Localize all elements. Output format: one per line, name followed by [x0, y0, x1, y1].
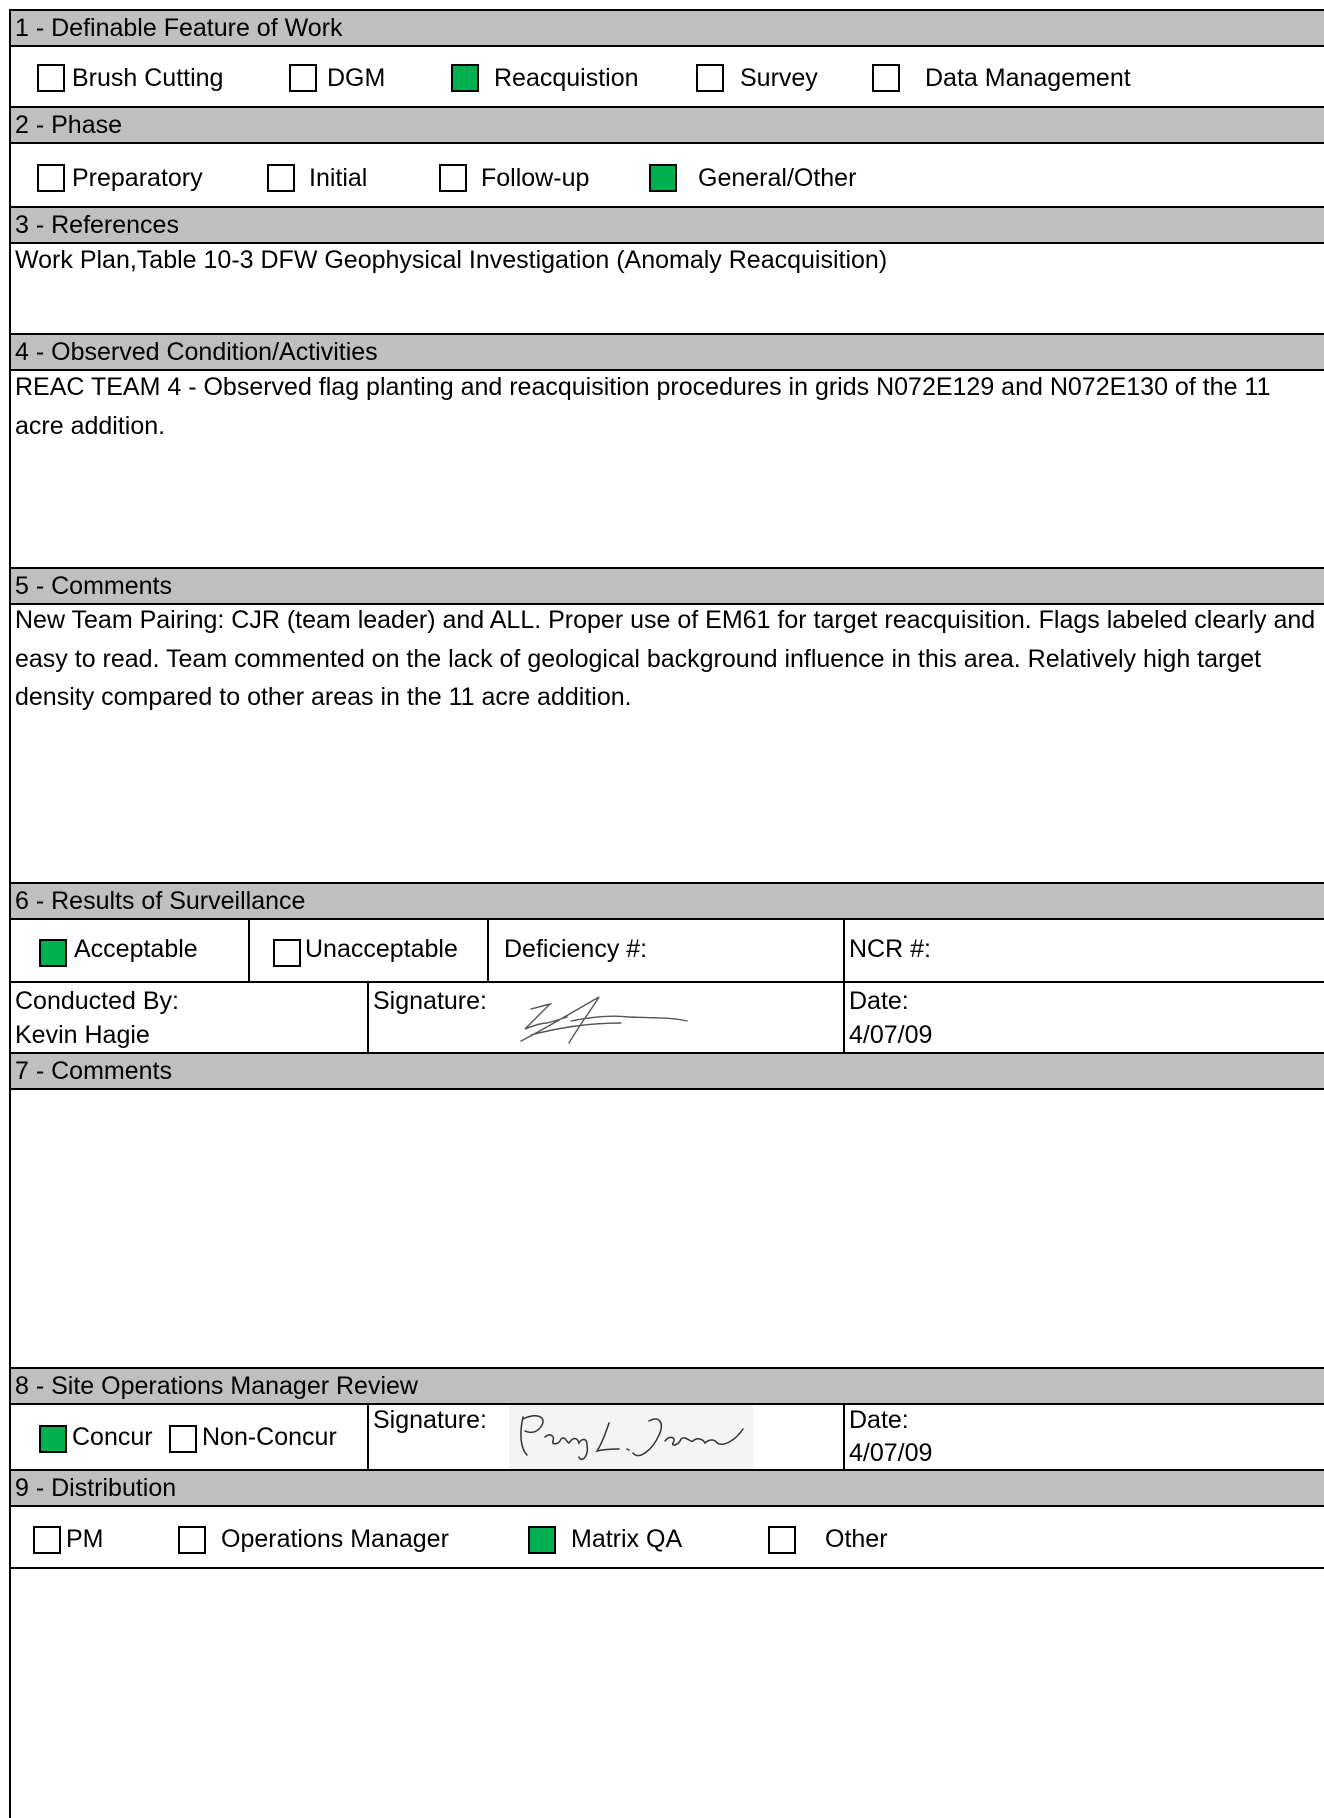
section-8-header: 8 - Site Operations Manager Review: [11, 1367, 1324, 1405]
divider: [367, 1403, 369, 1471]
divider: [367, 981, 369, 1054]
checkbox-pm[interactable]: [33, 1526, 61, 1554]
section-6-header: 6 - Results of Surveillance: [11, 882, 1324, 920]
conducted-by-label: Conducted By:: [15, 987, 179, 1015]
label-other: Other: [825, 1525, 888, 1553]
divider: [843, 918, 845, 1054]
checkbox-non-concur[interactable]: [169, 1425, 197, 1453]
ncr-label: NCR #:: [849, 935, 931, 963]
divider: [843, 1403, 845, 1471]
checkbox-brush-cutting[interactable]: [37, 64, 65, 92]
label-survey: Survey: [740, 64, 818, 92]
checkbox-follow-up[interactable]: [439, 164, 467, 192]
label-operations-manager: Operations Manager: [221, 1525, 449, 1553]
checkbox-matrix-qa[interactable]: [528, 1526, 556, 1554]
label-matrix-qa: Matrix QA: [571, 1525, 683, 1553]
label-data-management: Data Management: [925, 64, 1131, 92]
section-3-header: 3 - References: [11, 206, 1324, 244]
checkbox-survey[interactable]: [696, 64, 724, 92]
checkbox-dgm[interactable]: [289, 64, 317, 92]
checkbox-unacceptable[interactable]: [273, 939, 301, 967]
label-reacquistion: Reacquistion: [494, 64, 639, 92]
section-4-header: 4 - Observed Condition/Activities: [11, 333, 1324, 371]
section-2-header: 2 - Phase: [11, 106, 1324, 144]
signature-penny-johnson: [509, 1405, 753, 1469]
label-pm: PM: [66, 1525, 104, 1553]
checkbox-operations-manager[interactable]: [178, 1526, 206, 1554]
checkbox-reacquistion[interactable]: [451, 64, 479, 92]
divider: [487, 918, 489, 982]
label-dgm: DGM: [327, 64, 386, 92]
observed-text: REAC TEAM 4 - Observed flag planting and…: [15, 373, 1271, 440]
label-acceptable: Acceptable: [74, 935, 198, 963]
comments-text: New Team Pairing: CJR (team leader) and …: [15, 606, 1316, 711]
label-general-other: General/Other: [698, 164, 857, 192]
label-concur: Concur: [72, 1423, 153, 1451]
review-signature-label: Signature:: [373, 1406, 487, 1434]
checkbox-acceptable[interactable]: [39, 939, 67, 967]
date-label: Date:: [849, 987, 909, 1015]
conducted-by-name: Kevin Hagie: [15, 1021, 150, 1049]
deficiency-label: Deficiency #:: [504, 935, 648, 963]
checkbox-concur[interactable]: [39, 1425, 67, 1453]
checkbox-data-management[interactable]: [872, 64, 900, 92]
checkbox-general-other[interactable]: [649, 164, 677, 192]
checkbox-other[interactable]: [768, 1526, 796, 1554]
label-initial: Initial: [309, 164, 368, 192]
label-unacceptable: Unacceptable: [305, 935, 458, 963]
review-date-value: 4/07/09: [849, 1439, 933, 1467]
row-divider: [11, 981, 1324, 983]
signature-kevin-hagie: [520, 996, 688, 1044]
label-preparatory: Preparatory: [72, 164, 203, 192]
signature-label: Signature:: [373, 987, 487, 1015]
form-bottom-border: [11, 1567, 1324, 1569]
surveillance-form: 1 - Definable Feature of Work Brush Cutt…: [9, 9, 1324, 1818]
checkbox-preparatory[interactable]: [37, 164, 65, 192]
label-non-concur: Non-Concur: [202, 1423, 337, 1451]
section-1-header: 1 - Definable Feature of Work: [11, 9, 1324, 47]
divider: [248, 918, 250, 982]
section-7-header: 7 - Comments: [11, 1052, 1324, 1090]
section-5-header: 5 - Comments: [11, 567, 1324, 605]
references-text: Work Plan,Table 10-3 DFW Geophysical Inv…: [15, 246, 888, 274]
checkbox-initial[interactable]: [267, 164, 295, 192]
label-follow-up: Follow-up: [481, 164, 590, 192]
section-9-header: 9 - Distribution: [11, 1469, 1324, 1507]
date-value: 4/07/09: [849, 1021, 933, 1049]
label-brush-cutting: Brush Cutting: [72, 64, 224, 92]
